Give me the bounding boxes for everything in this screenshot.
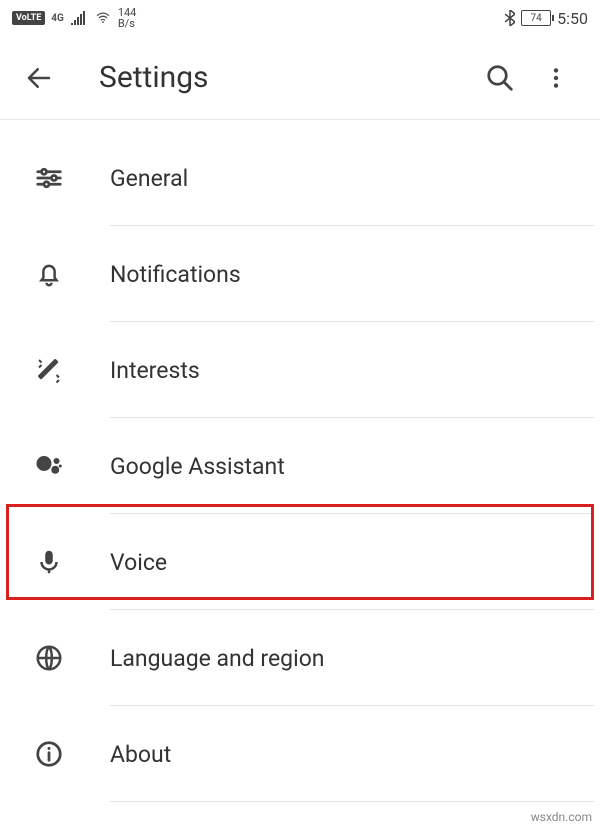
net-speed: 144 B/s [118,7,137,29]
settings-item-language-region[interactable]: Language and region [0,610,600,706]
settings-item-label: About [110,741,171,768]
status-right: 74 5:50 [505,9,588,28]
page-title: Settings [74,60,472,95]
bluetooth-icon [505,10,515,26]
status-left: VoLTE 4G 144 B/s [12,7,136,29]
settings-item-label: Voice [110,549,167,576]
signal-icon [70,11,88,25]
status-bar: VoLTE 4G 144 B/s 74 5:50 [0,0,600,36]
settings-item-label: Notifications [110,261,241,288]
watermark: wsxdn.com [531,810,592,824]
network-type-label: 4G [51,13,64,24]
app-bar: Settings [0,36,600,120]
settings-item-voice[interactable]: Voice [0,514,600,610]
volte-badge: VoLTE [12,11,45,25]
search-button[interactable] [472,63,528,93]
back-button[interactable] [24,63,74,93]
clock: 5:50 [557,9,588,28]
settings-item-label: General [110,165,188,192]
settings-item-about[interactable]: About [0,706,600,802]
info-icon [34,739,64,769]
battery-indicator: 74 [521,10,551,26]
settings-item-general[interactable]: General [0,130,600,226]
overflow-menu-button[interactable] [528,65,584,91]
assistant-icon [34,451,64,481]
sliders-icon [34,163,64,193]
settings-list: General Notifications Interests Google A… [0,120,600,802]
settings-item-label: Language and region [110,645,325,672]
settings-item-google-assistant[interactable]: Google Assistant [0,418,600,514]
wifi-icon [94,11,112,25]
mic-icon [34,547,64,577]
bell-icon [34,259,64,289]
wand-icon [34,355,64,385]
settings-item-interests[interactable]: Interests [0,322,600,418]
globe-icon [34,643,64,673]
settings-item-label: Google Assistant [110,453,285,480]
settings-item-notifications[interactable]: Notifications [0,226,600,322]
settings-item-label: Interests [110,357,200,384]
